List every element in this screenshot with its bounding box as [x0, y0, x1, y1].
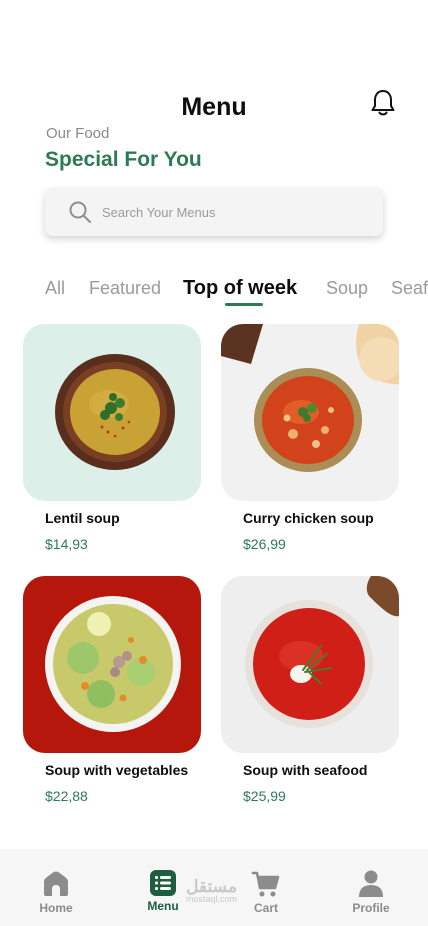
menu-item-card[interactable]: Lentil soup $14,93	[23, 324, 201, 552]
section-headline: Special For You	[45, 148, 202, 171]
item-price: $26,99	[243, 536, 286, 552]
menu-list-icon	[150, 870, 176, 896]
profile-icon	[359, 870, 383, 897]
nav-profile[interactable]: Profile	[336, 869, 406, 915]
tab-all[interactable]: All	[45, 278, 65, 299]
active-tab-indicator	[225, 303, 263, 306]
seafood-soup-image	[221, 576, 399, 753]
home-icon	[44, 871, 68, 896]
item-price: $14,93	[45, 536, 88, 552]
item-price: $25,99	[243, 788, 286, 804]
search-icon	[69, 201, 91, 223]
menu-item-card[interactable]: Soup with vegetables $22,88	[23, 576, 201, 804]
lentil-soup-image	[23, 324, 201, 501]
item-name: Curry chicken soup	[243, 510, 374, 526]
watermark: مستقل mostaql.com	[186, 878, 237, 904]
nav-profile-label: Profile	[352, 901, 390, 915]
nav-cart-label: Cart	[253, 901, 278, 915]
tab-seafood[interactable]: Seafood	[391, 278, 428, 299]
notification-bell-icon[interactable]	[369, 88, 397, 118]
page-title: Menu	[181, 93, 247, 121]
section-subtitle: Our Food	[46, 125, 110, 142]
nav-home-label: Home	[39, 901, 73, 915]
curry-chicken-soup-image	[221, 324, 399, 501]
item-price: $22,88	[45, 788, 88, 804]
watermark-subtext: mostaql.com	[186, 894, 238, 904]
search-input[interactable]	[100, 203, 364, 221]
category-tabs: All Featured Top of week Soup Seafood	[0, 278, 428, 312]
tab-featured[interactable]: Featured	[89, 278, 161, 299]
item-name: Lentil soup	[45, 510, 120, 526]
watermark-text: مستقل	[186, 877, 237, 896]
item-name: Soup with seafood	[243, 762, 368, 778]
tab-soup[interactable]: Soup	[326, 278, 368, 299]
tab-top-of-week-label: Top of week	[183, 278, 298, 299]
item-name: Soup with vegetables	[45, 762, 189, 778]
vegetable-soup-image	[23, 576, 201, 753]
tab-top-of-week[interactable]: Top of week	[183, 278, 298, 306]
nav-cart[interactable]: Cart	[231, 869, 301, 915]
cart-icon	[251, 871, 280, 897]
menu-item-card[interactable]: Curry chicken soup $26,99	[221, 324, 399, 552]
search-bar[interactable]	[45, 188, 383, 236]
menu-item-card[interactable]: Soup with seafood $25,99	[221, 576, 399, 804]
nav-home[interactable]: Home	[21, 869, 91, 915]
